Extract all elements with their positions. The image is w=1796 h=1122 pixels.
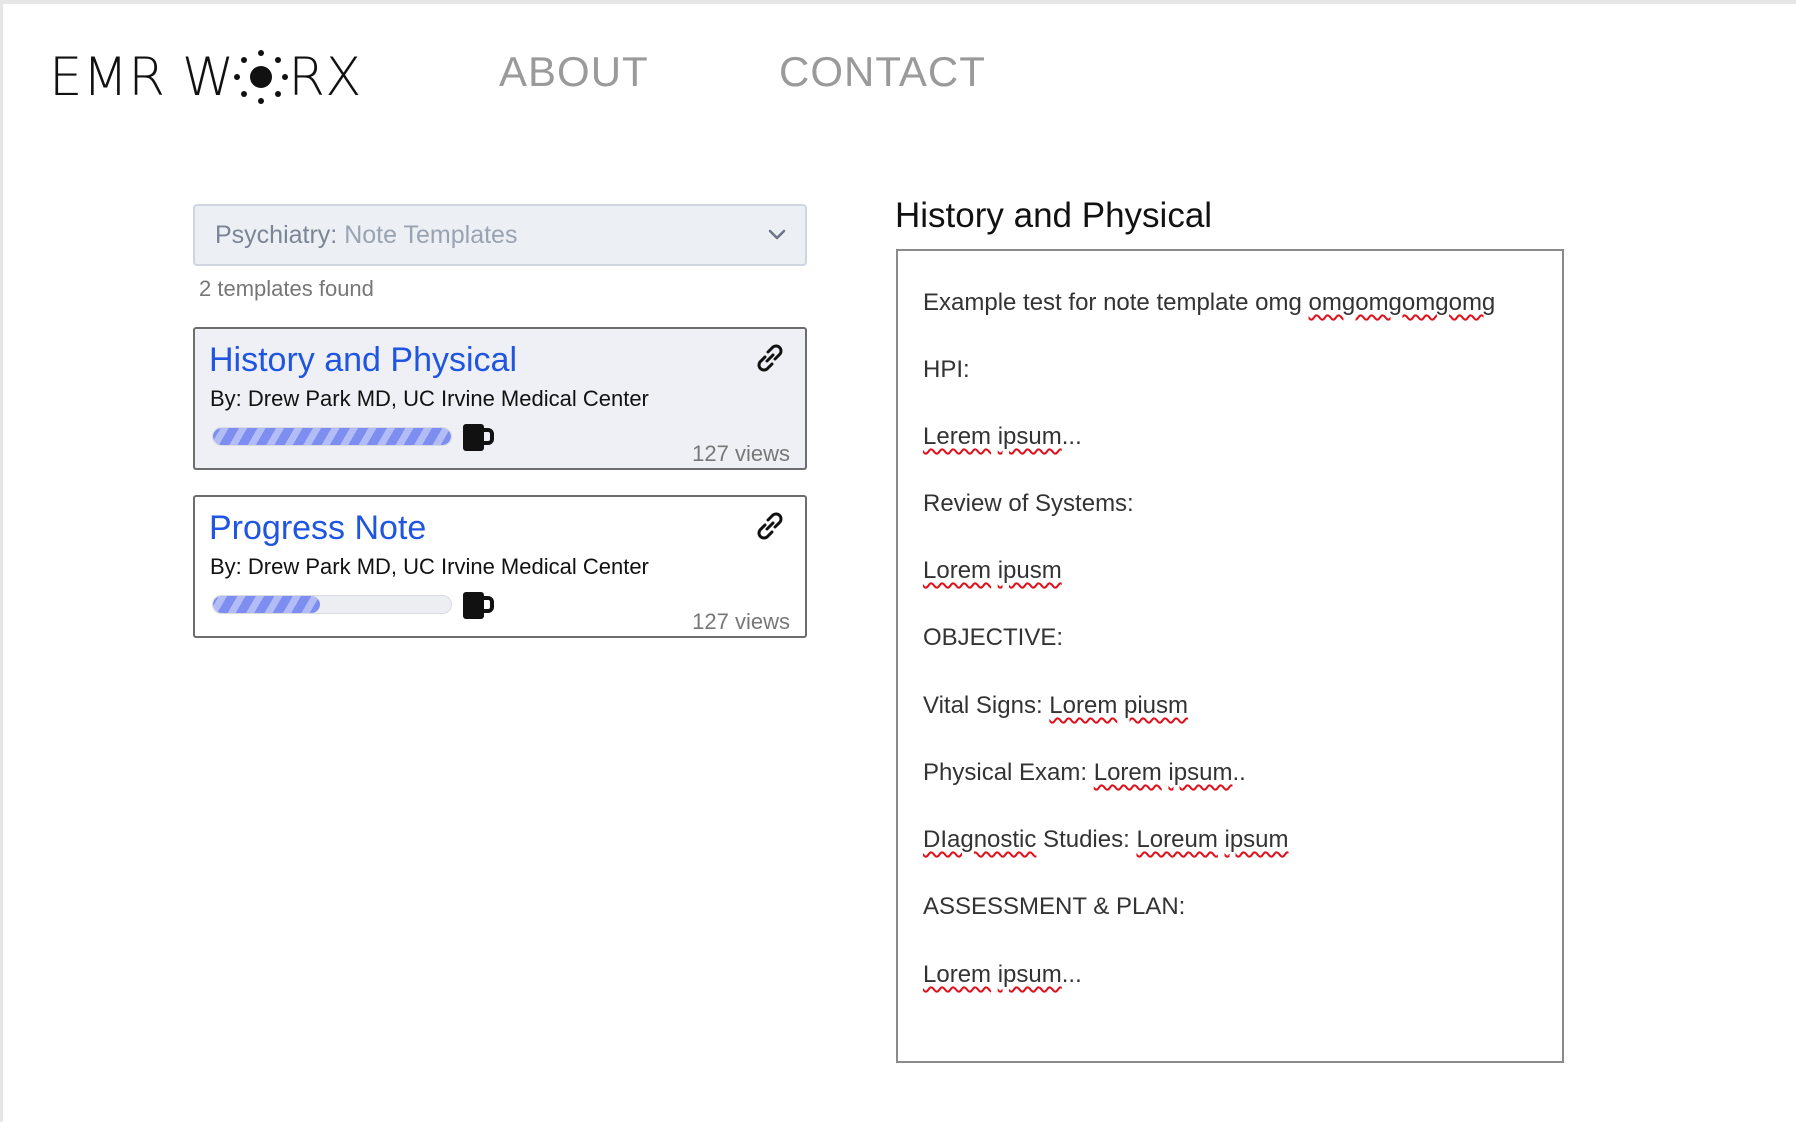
note-text: ... — [1061, 423, 1082, 450]
template-card-progress-note[interactable]: Progress Note By: Drew Park MD, UC Irvin… — [193, 495, 807, 638]
popularity-bar-fill — [213, 428, 451, 445]
template-title[interactable]: History and Physical — [209, 341, 517, 380]
link-icon[interactable] — [753, 341, 787, 375]
misspelled-word: ipsum — [997, 423, 1062, 450]
note-text: Studies: — [1036, 826, 1137, 853]
link-icon[interactable] — [753, 509, 787, 543]
misspelled-word: Lorem — [923, 961, 992, 988]
note-text: Review of Systems: — [923, 490, 1134, 517]
template-author: By: Drew Park MD, UC Irvine Medical Cent… — [210, 554, 649, 579]
results-count: 2 templates found — [199, 276, 374, 301]
dropdown-label: Note Templates — [344, 221, 518, 249]
note-line: ASSESSMENT & PLAN: — [923, 893, 1185, 921]
sun-icon — [234, 50, 289, 104]
chevron-down-icon — [768, 229, 786, 240]
note-line: Example test for note template omg omgom… — [923, 289, 1495, 317]
misspelled-word: Lorem — [1093, 759, 1162, 786]
note-preview[interactable]: Example test for note template omg omgom… — [896, 249, 1564, 1063]
nav-contact-link[interactable]: CONTACT — [779, 48, 986, 96]
note-text: .. — [1232, 759, 1246, 786]
logo-text-left: EMR W — [49, 46, 235, 108]
note-line: Lorem ipsum... — [923, 961, 1082, 989]
popularity-bar — [212, 427, 452, 446]
misspelled-word: piusm — [1124, 692, 1189, 719]
dropdown-value: Psychiatry: Note Templates — [215, 221, 517, 250]
note-line: HPI: — [923, 356, 970, 384]
coffee-mug-icon — [463, 592, 494, 619]
window-top-border — [0, 0, 1796, 4]
nav-about-link[interactable]: ABOUT — [499, 48, 649, 96]
note-line: Vital Signs: Lorem piusm — [923, 692, 1188, 720]
note-text: OBJECTIVE: — [923, 624, 1064, 651]
misspelled-word: Lerem — [923, 423, 992, 450]
logo[interactable]: EMR W RX — [49, 42, 361, 112]
note-line: DIagnostic Studies: Loreum ipsum — [923, 826, 1289, 854]
note-line: Physical Exam: Lorem ipsum.. — [923, 759, 1246, 787]
popularity-bar — [212, 595, 452, 614]
dropdown-specialty: Psychiatry: — [215, 221, 338, 249]
specialty-dropdown[interactable]: Psychiatry: Note Templates — [193, 204, 807, 266]
note-text: ASSESSMENT & PLAN: — [923, 893, 1186, 920]
note-line: Lerem ipsum... — [923, 423, 1082, 451]
misspelled-word: Lorem — [923, 557, 992, 584]
note-text: HPI: — [923, 356, 970, 383]
template-author: By: Drew Park MD, UC Irvine Medical Cent… — [210, 386, 649, 411]
popularity-bar-fill — [213, 596, 321, 613]
view-count: 127 views — [692, 609, 790, 634]
misspelled-word: ipsum — [1224, 826, 1289, 853]
window-left-border — [0, 0, 3, 1122]
misspelled-word: ipsum — [1168, 759, 1233, 786]
view-count: 127 views — [692, 441, 790, 466]
misspelled-word: ipusm — [997, 557, 1062, 584]
misspelled-word: ipsum — [997, 961, 1062, 988]
template-title[interactable]: Progress Note — [209, 509, 426, 548]
preview-title: History and Physical — [895, 196, 1213, 235]
note-line: Lorem ipusm — [923, 557, 1062, 585]
template-card-history-physical[interactable]: History and Physical By: Drew Park MD, U… — [193, 327, 807, 470]
note-line: OBJECTIVE: — [923, 624, 1063, 652]
note-text: ... — [1061, 961, 1082, 988]
note-text: Example test for note template omg — [923, 289, 1309, 316]
coffee-mug-icon — [463, 424, 494, 451]
misspelled-word: DIagnostic — [923, 826, 1037, 853]
note-text: Vital Signs: — [923, 692, 1050, 719]
logo-text-right: RX — [288, 46, 362, 108]
misspelled-word: Loreum — [1136, 826, 1218, 853]
misspelled-word: omgomgomgomg — [1308, 289, 1496, 316]
note-text: Physical Exam: — [923, 759, 1094, 786]
misspelled-word: Lorem — [1049, 692, 1118, 719]
note-line: Review of Systems: — [923, 490, 1134, 518]
